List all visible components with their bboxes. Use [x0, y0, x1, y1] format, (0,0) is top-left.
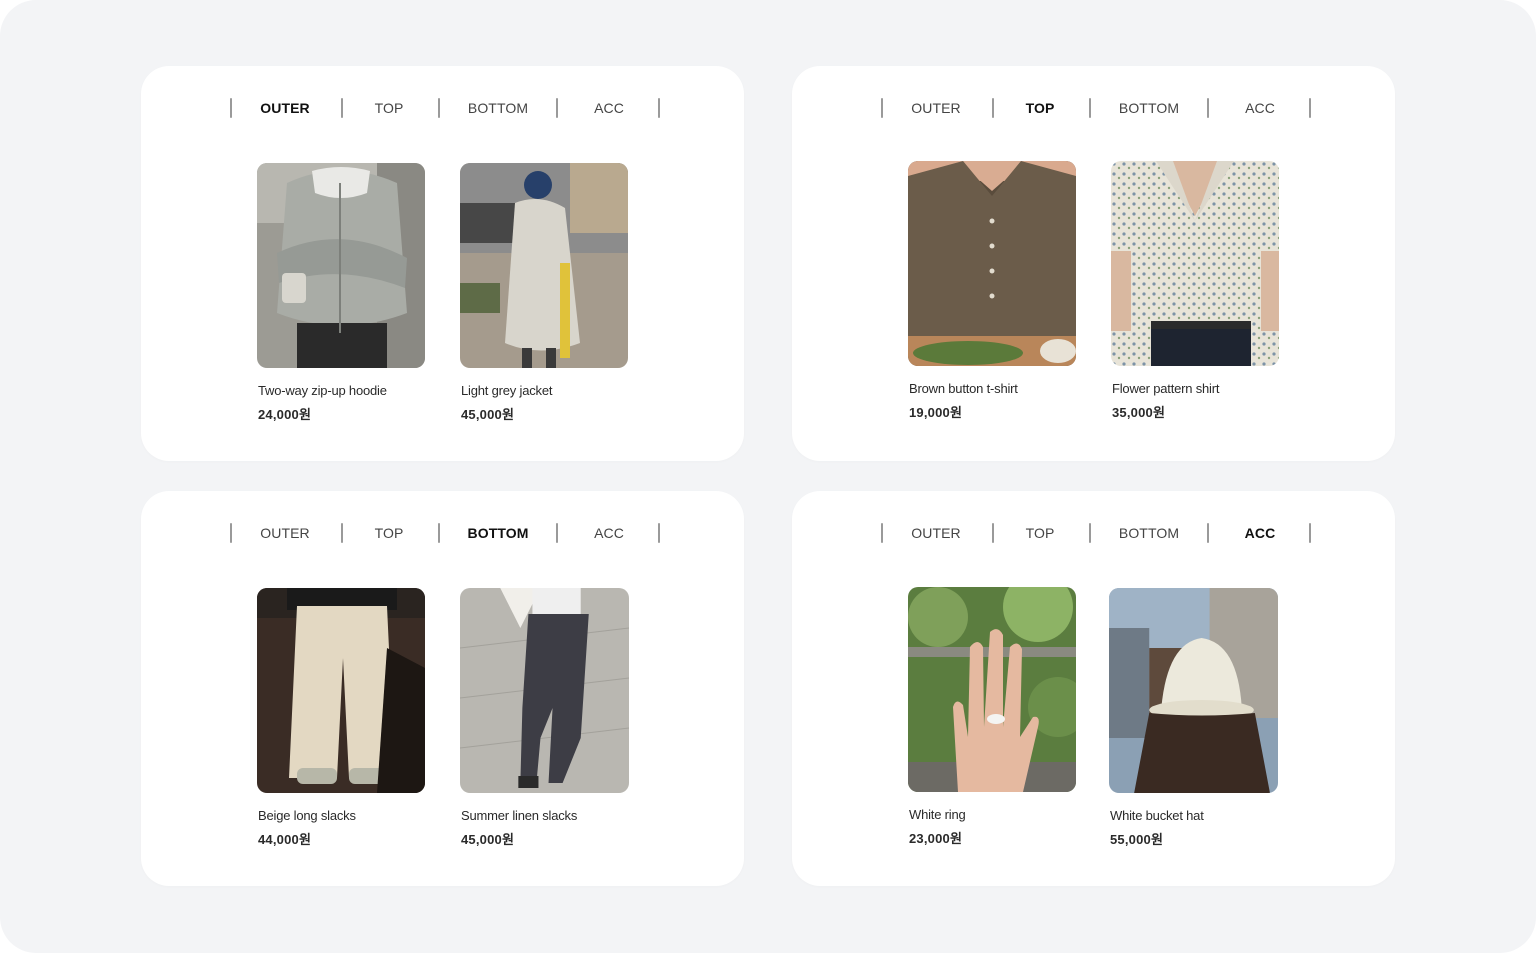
product-image-grey-hoodie[interactable] — [257, 163, 425, 368]
product-card[interactable]: Summer linen slacks 45,000원 — [460, 588, 630, 848]
product-panel-top: OUTER TOP BOTTOM ACC Brown button t-shir… — [792, 66, 1395, 461]
category-tabs: OUTER TOP BOTTOM ACC — [792, 98, 1395, 120]
tab-separator — [992, 523, 994, 543]
product-card[interactable]: Two-way zip-up hoodie 24,000원 — [257, 163, 427, 423]
tab-separator — [1309, 98, 1311, 118]
product-image-linen-slacks[interactable] — [460, 588, 629, 793]
product-card[interactable]: White bucket hat 55,000원 — [1109, 588, 1279, 848]
tab-separator — [1207, 98, 1209, 118]
product-price: 35,000원 — [1112, 405, 1166, 420]
tab-separator — [556, 523, 558, 543]
product-panel-outer: OUTER TOP BOTTOM ACC Two-way zip-up hood… — [141, 66, 744, 461]
tab-top[interactable]: TOP — [375, 99, 404, 117]
product-name: Beige long slacks — [258, 808, 356, 823]
product-image-bucket-hat[interactable] — [1109, 588, 1278, 793]
product-name: Light grey jacket — [461, 383, 553, 398]
tab-outer[interactable]: OUTER — [911, 99, 961, 117]
tab-separator — [230, 98, 232, 118]
tab-bottom[interactable]: BOTTOM — [467, 524, 528, 542]
tab-separator — [438, 98, 440, 118]
product-panel-bottom: OUTER TOP BOTTOM ACC Beige long slacks 4… — [141, 491, 744, 886]
category-tabs: OUTER TOP BOTTOM ACC — [792, 523, 1395, 545]
tab-bottom[interactable]: BOTTOM — [468, 99, 528, 117]
tab-separator — [230, 523, 232, 543]
product-image-brown-shirt[interactable] — [908, 161, 1076, 366]
product-price: 44,000원 — [258, 832, 312, 847]
product-image-beige-slacks[interactable] — [257, 588, 425, 793]
product-image-flower-shirt[interactable] — [1111, 161, 1279, 366]
tab-separator — [1207, 523, 1209, 543]
page-background: OUTER TOP BOTTOM ACC Two-way zip-up hood… — [0, 0, 1536, 953]
category-tabs: OUTER TOP BOTTOM ACC — [141, 523, 744, 545]
tab-separator — [1309, 523, 1311, 543]
product-name: Two-way zip-up hoodie — [258, 383, 387, 398]
product-image-white-ring[interactable] — [908, 587, 1076, 792]
product-card[interactable]: Flower pattern shirt 35,000원 — [1111, 161, 1281, 421]
product-card[interactable]: Beige long slacks 44,000원 — [257, 588, 427, 848]
tab-separator — [881, 523, 883, 543]
product-card[interactable]: Light grey jacket 45,000원 — [460, 163, 630, 423]
tab-acc[interactable]: ACC — [594, 524, 624, 542]
tab-separator — [1089, 98, 1091, 118]
tab-outer[interactable]: OUTER — [260, 99, 310, 117]
tab-separator — [658, 523, 660, 543]
product-name: Brown button t-shirt — [909, 381, 1018, 396]
product-name: White bucket hat — [1110, 808, 1204, 823]
product-price: 45,000원 — [461, 407, 515, 422]
tab-outer[interactable]: OUTER — [911, 524, 961, 542]
tab-top[interactable]: TOP — [1026, 524, 1055, 542]
product-name: White ring — [909, 807, 966, 822]
tab-separator — [881, 98, 883, 118]
product-name: Flower pattern shirt — [1112, 381, 1220, 396]
product-price: 19,000원 — [909, 405, 963, 420]
product-price: 24,000원 — [258, 407, 312, 422]
tab-separator — [658, 98, 660, 118]
product-image-grey-jacket[interactable] — [460, 163, 628, 368]
tab-top[interactable]: TOP — [375, 524, 404, 542]
product-card[interactable]: Brown button t-shirt 19,000원 — [908, 161, 1078, 421]
product-card[interactable]: White ring 23,000원 — [908, 587, 1078, 847]
tab-separator — [1089, 523, 1091, 543]
product-price: 23,000원 — [909, 831, 963, 846]
tab-separator — [341, 98, 343, 118]
tab-separator — [438, 523, 440, 543]
tab-outer[interactable]: OUTER — [260, 524, 310, 542]
tab-top[interactable]: TOP — [1026, 99, 1055, 117]
tab-bottom[interactable]: BOTTOM — [1119, 524, 1179, 542]
tab-acc[interactable]: ACC — [1245, 99, 1275, 117]
product-price: 45,000원 — [461, 832, 515, 847]
tab-acc[interactable]: ACC — [594, 99, 624, 117]
product-panel-acc: OUTER TOP BOTTOM ACC White ring 23,000원 — [792, 491, 1395, 886]
product-price: 55,000원 — [1110, 832, 1164, 847]
tab-separator — [992, 98, 994, 118]
category-tabs: OUTER TOP BOTTOM ACC — [141, 98, 744, 120]
product-name: Summer linen slacks — [461, 808, 578, 823]
tab-separator — [341, 523, 343, 543]
tab-bottom[interactable]: BOTTOM — [1119, 99, 1179, 117]
tab-acc[interactable]: ACC — [1245, 524, 1276, 542]
tab-separator — [556, 98, 558, 118]
